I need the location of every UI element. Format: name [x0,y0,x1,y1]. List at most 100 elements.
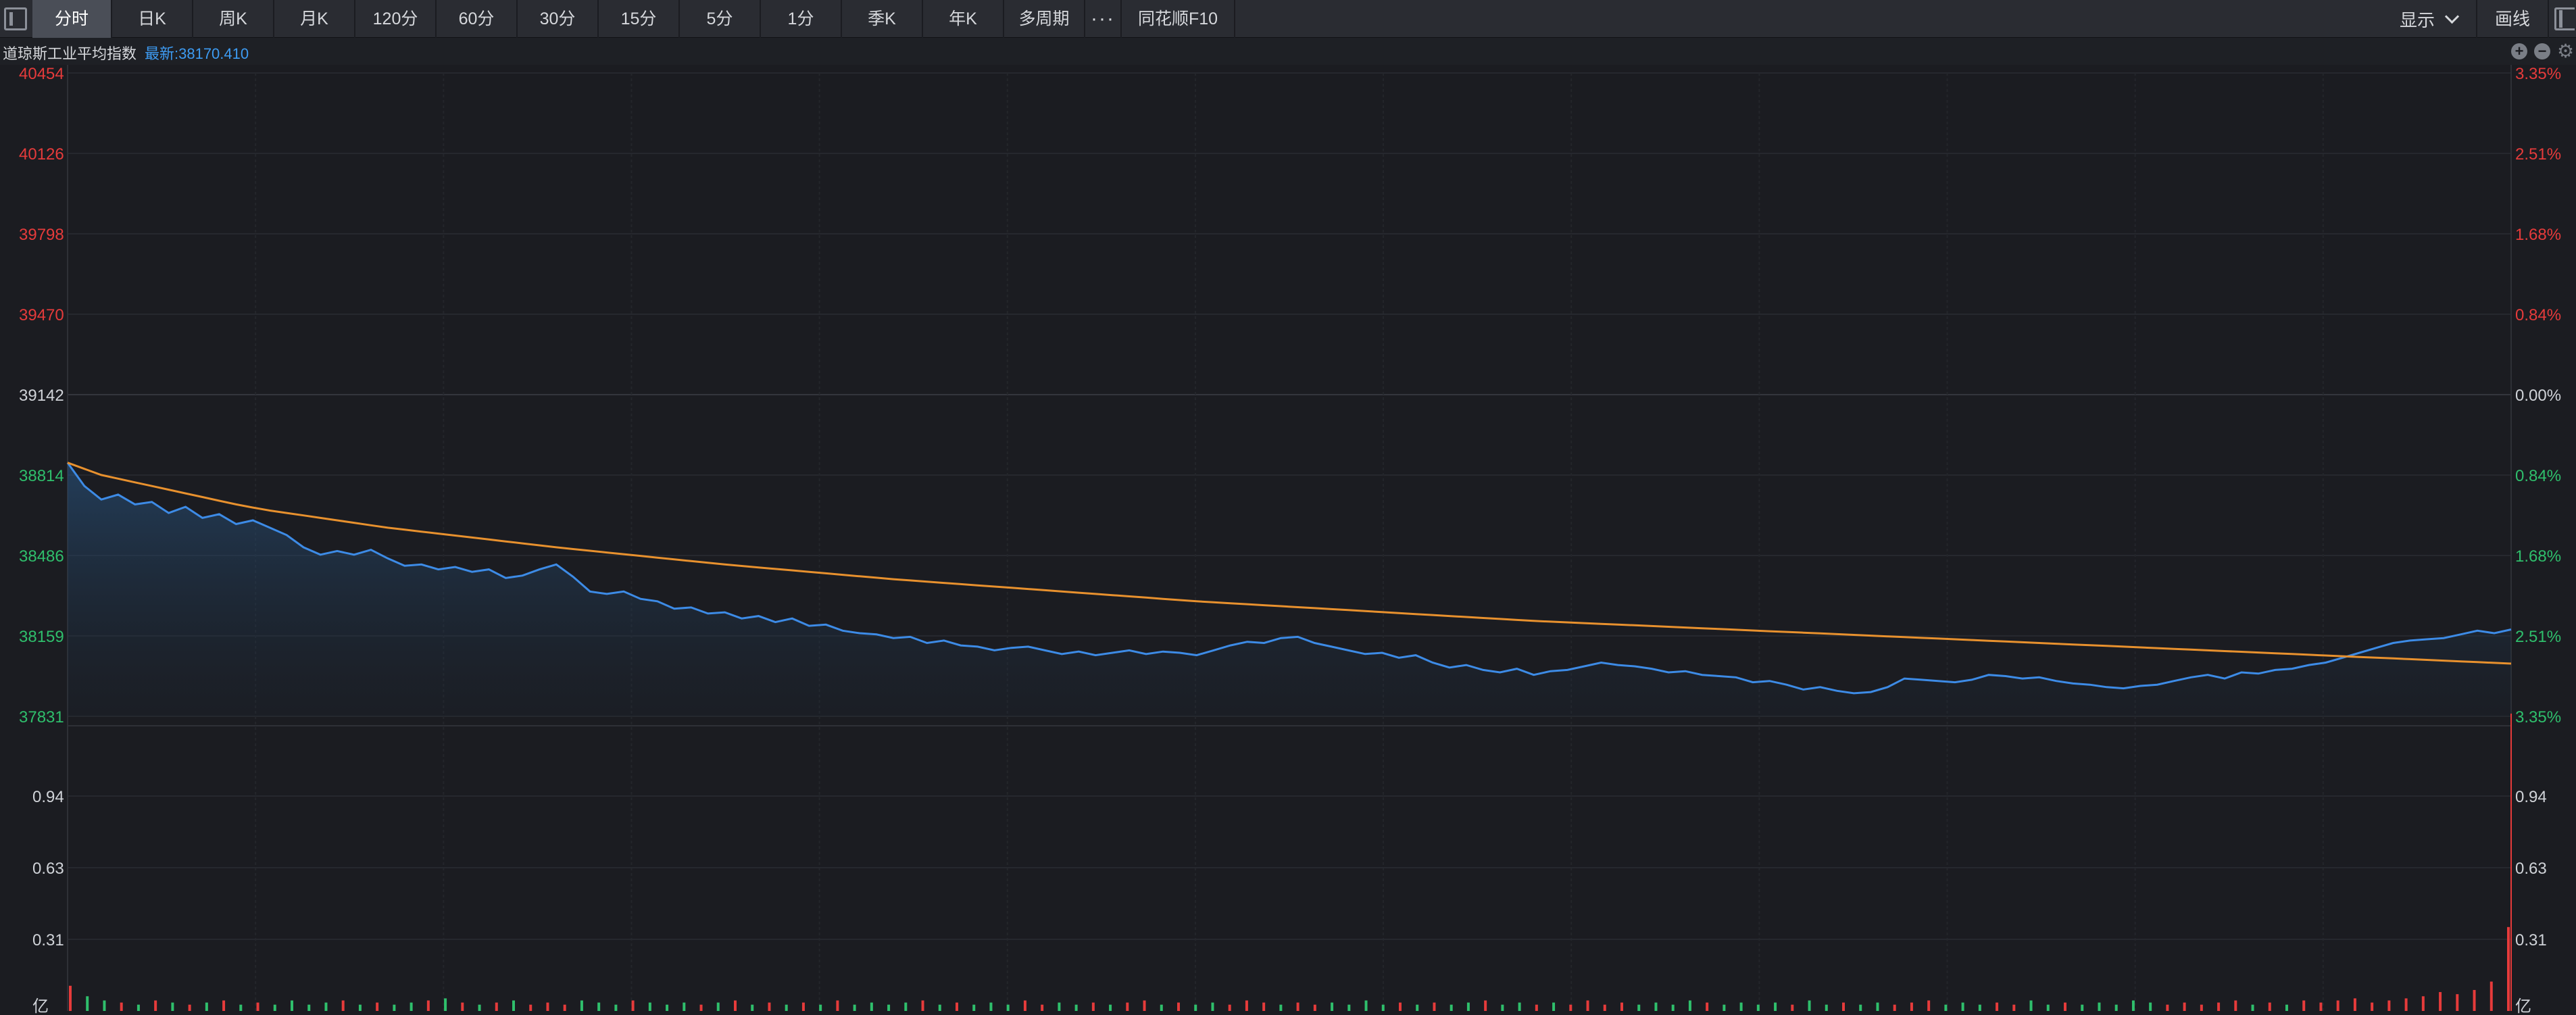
volume-bar [188,1004,191,1011]
volume-bar [1331,1002,1334,1011]
period-tab[interactable]: 30分 [518,0,599,38]
volume-bar [2387,1000,2391,1011]
volume-bar [563,1004,566,1011]
volume-bar [103,1000,106,1011]
volume-bar [2131,1000,2135,1011]
volume-bar [1466,1002,1470,1011]
draw-line-button[interactable]: 画线 [2475,0,2548,38]
volume-bar [546,1002,549,1011]
volume-bar [2490,981,2493,1011]
display-dropdown[interactable]: 显示 [2400,7,2476,32]
volume-bar [1126,1002,1129,1011]
volume-tick-label: 亿 [2515,997,2531,1015]
volume-bar [666,1004,669,1011]
zoom-controls: + − ⚙ [2511,42,2574,61]
volume-tick-label: 0.31 [2515,931,2547,949]
info-bar: 道琼斯工业平均指数 最新:38170.410 + − ⚙ [0,38,2576,65]
volume-bar [2217,1002,2221,1011]
volume-bar [580,1000,583,1011]
pct-tick-label: 2.51% [2515,145,2561,164]
volume-bar [222,1000,226,1011]
volume-bar [2268,1002,2271,1011]
volume-bar [2081,1004,2084,1011]
chevron-down-icon [2444,9,2460,24]
volume-bar [2012,1004,2016,1011]
right-panel-toggle-icon[interactable] [2548,0,2576,38]
volume-bar [1109,1004,1112,1011]
pct-tick-label: 0.84% [2515,467,2561,485]
volume-bar [529,1004,532,1011]
volume-bar [1910,1002,1913,1011]
price-tick-label: 38159 [19,628,64,646]
volume-tick-label: 亿 [32,997,49,1015]
volume-bar [1143,1000,1146,1011]
pct-tick-label: 0.00% [2515,387,2561,405]
period-tab[interactable]: 120分 [355,0,437,38]
volume-bar [1603,1004,1606,1011]
period-tab[interactable]: 周K [193,0,274,38]
volume-bar [1825,1004,1828,1011]
volume-bar [938,1004,941,1011]
volume-bar [2251,1004,2254,1011]
volume-bar [154,1000,157,1011]
period-tab[interactable]: 分时 [32,0,112,38]
volume-bar [2098,1002,2101,1011]
period-tab[interactable]: 1分 [761,0,842,38]
volume-bar [2336,1000,2339,1011]
pct-tick-label: 1.68% [2515,226,2561,244]
volume-bar [205,1002,208,1011]
gear-icon[interactable]: ⚙ [2557,42,2574,61]
pct-tick-label: 3.35% [2515,65,2561,83]
zoom-out-icon[interactable]: − [2534,43,2550,59]
period-tab[interactable]: 60分 [437,0,518,38]
period-tab[interactable]: 年K [923,0,1004,38]
period-tab[interactable]: 5分 [680,0,761,38]
volume-bar [120,1002,123,1011]
intraday-chart[interactable]: 40454 3.35% 40126 2.51% 39798 1.68% 39470 0.84%… [0,65,2576,1015]
volume-tick-label: 0.31 [32,931,64,949]
sidebar-toggle-icon[interactable] [4,7,27,30]
volume-bar [1296,1002,1299,1011]
volume-bar [904,1002,908,1011]
volume-bar [1518,1002,1521,1011]
price-tick-label: 40126 [19,145,64,164]
period-tab[interactable]: 季K [842,0,923,38]
period-tab[interactable]: 15分 [599,0,680,38]
zoom-in-icon[interactable]: + [2511,43,2527,59]
volume-bar [478,1004,481,1011]
volume-bar [699,1004,703,1011]
period-toolbar: 分时 日K 周K 月K 120分 60分 30分 15分 5分 1分 季K 年K 多周期 ··· 同花顺F1… [0,0,2576,38]
volume-bar [921,1000,924,1011]
period-tab[interactable]: 月K [274,0,355,38]
volume-bar [1023,1000,1026,1011]
volume-bar [393,1004,396,1011]
volume-bar [461,1002,464,1011]
volume-bar [1381,1004,1385,1011]
period-tab[interactable]: 日K [112,0,193,38]
period-tab[interactable]: ··· [1085,0,1122,38]
volume-bar [1893,1004,1896,1011]
volume-bar [1774,1002,1777,1011]
volume-bar [1074,1004,1078,1011]
volume-bar [444,998,447,1011]
price-tick-label: 40454 [19,65,64,83]
volume-bar [1876,1002,1879,1011]
volume-bar [341,1000,345,1011]
volume-bar [1739,1002,1743,1011]
volume-bar [1654,1002,1658,1011]
volume-bar [512,1000,515,1011]
volume-bar [358,1004,362,1011]
volume-bar [2353,998,2356,1011]
period-tab[interactable]: 多周期 [1004,0,1085,38]
volume-bar [1006,1004,1010,1011]
volume-bar [273,1004,276,1011]
volume-bar [1450,1004,1453,1011]
period-tab[interactable]: 同花顺F10 [1122,0,1235,38]
price-tick-label: 39142 [19,387,64,405]
volume-bar [2456,994,2459,1011]
volume-tick-label: 0.94 [32,788,64,806]
volume-bar [2439,992,2442,1011]
volume-bar [2166,1004,2169,1011]
volume-bar [1347,1004,1351,1011]
volume-bar [1416,1004,1419,1011]
